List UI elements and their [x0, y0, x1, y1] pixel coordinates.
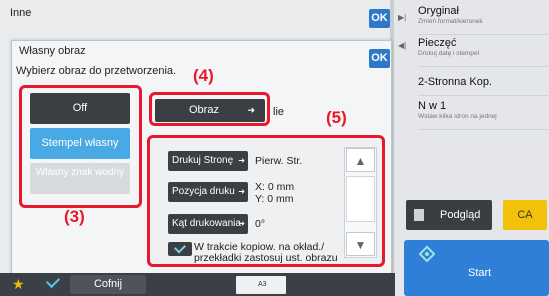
callout-label-5: (5) [326, 108, 347, 127]
print-angle-button[interactable]: Kąt drukowania ➜ [168, 214, 248, 234]
sidebar-item-title: Pieczęć [418, 37, 457, 49]
apply-to-covers-checkbox[interactable] [168, 242, 192, 256]
off-option-button[interactable]: Off [30, 93, 130, 124]
arrow-right-icon: ➜ [238, 156, 245, 165]
apply-to-covers-label: W trakcie kopiow. na okład./ przekładki … [194, 242, 338, 264]
print-position-label: Pozycja druku [172, 186, 235, 197]
base-title: Inne [10, 7, 32, 19]
image-select-label: Obraz [189, 104, 219, 116]
arrow-right-icon: ➜ [247, 105, 255, 115]
scroll-thumb[interactable] [346, 176, 375, 222]
scroll-up-icon[interactable]: ▲ [346, 148, 375, 172]
custom-watermark-option-button[interactable]: Własny znak wodny [30, 163, 130, 194]
check-icon[interactable] [40, 273, 64, 296]
print-page-button[interactable]: Drukuj Stronę ➜ [168, 151, 248, 171]
callout-label-3: (3) [64, 207, 85, 226]
image-select-button[interactable]: Obraz ➜ [155, 99, 265, 122]
preview-icon [414, 209, 424, 221]
print-page-value: Pierw. Str. [255, 155, 303, 167]
star-icon[interactable]: ★ [12, 273, 25, 296]
position-x-value: X: 0 mm [255, 181, 295, 193]
arrow-right-icon: ➜ [238, 219, 245, 228]
sidebar-arrow-icon: ▶| [398, 13, 407, 22]
preview-label: Podgląd [440, 209, 481, 221]
sidebar-item-title: 2-Stronna Kop. [418, 76, 492, 88]
sidebar-item-sub: Drukuj datę i stempel [418, 50, 480, 57]
sidebar-item-duplex[interactable]: 2-Stronna Kop. [418, 72, 548, 96]
start-icon [418, 245, 436, 263]
position-y-value: Y: 0 mm [255, 193, 294, 205]
sidebar-item-stamp[interactable]: Pieczęć Drukuj datę i stempel [418, 37, 548, 67]
sidebar-item-sub: Wstaw kilka stron na jednej [418, 113, 497, 120]
print-page-label: Drukuj Stronę [172, 155, 234, 166]
start-label: Start [468, 267, 492, 279]
print-angle-label: Kąt drukowania [172, 218, 241, 229]
dialog-title: Własny obraz [19, 45, 86, 57]
scroll-down-icon[interactable]: ▼ [346, 232, 375, 256]
dialog-instruction: Wybierz obraz do przetworzenia. [16, 65, 177, 77]
sidebar-arrow-icon: ◀| [398, 41, 407, 50]
sidebar-item-title: N w 1 [418, 100, 447, 112]
print-angle-value: 0° [255, 218, 266, 230]
sidebar-item-n-in-1[interactable]: N w 1 Wstaw kilka stron na jednej [418, 100, 548, 130]
image-name-fragment: lie [273, 106, 285, 118]
sidebar-item-title: Oryginał [418, 5, 459, 17]
paper-size-label: A3 [258, 281, 267, 288]
custom-stamp-option-button[interactable]: Stempel własny [30, 128, 130, 159]
base-ok-button[interactable]: OK [369, 9, 390, 28]
start-button[interactable]: Start [404, 240, 549, 296]
callout-label-4: (4) [193, 66, 214, 85]
arrow-right-icon: ➜ [238, 187, 245, 196]
ca-button[interactable]: CA [503, 200, 547, 230]
back-button[interactable]: Cofnij [70, 275, 146, 294]
print-position-button[interactable]: Pozycja druku ➜ [168, 182, 248, 202]
sidebar-item-original[interactable]: Oryginał Zmień format/kierunek [418, 5, 548, 35]
dialog-ok-button[interactable]: OK [369, 49, 390, 68]
preview-button[interactable]: Podgląd [406, 200, 492, 230]
sidebar-item-sub: Zmień format/kierunek [418, 18, 483, 25]
